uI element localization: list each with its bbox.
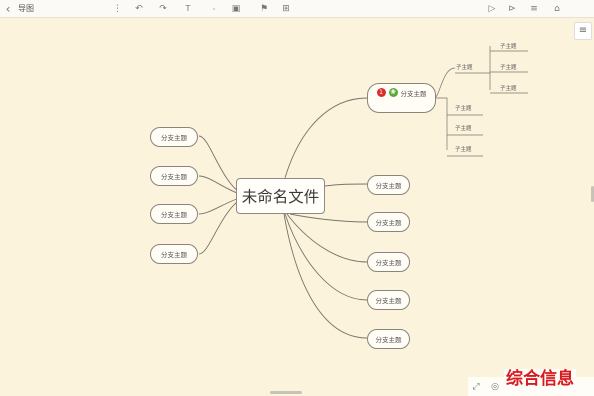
tag-icon[interactable]: ⚑ xyxy=(259,2,269,16)
undo-icon[interactable]: ↶ xyxy=(134,2,144,16)
connector-right-3 xyxy=(286,213,368,263)
text-icon[interactable]: T xyxy=(183,2,193,16)
connector-sub-a xyxy=(433,67,456,99)
connector-right-5 xyxy=(283,213,368,339)
branch-label: 分支主题 xyxy=(400,90,427,98)
subtopic[interactable]: 子主题 xyxy=(455,145,472,153)
branch-label: 分支主题 xyxy=(375,182,402,190)
priority-marker-icon: 1 xyxy=(376,88,386,97)
branch-topic[interactable]: 分支主题 xyxy=(367,329,410,349)
mindmap-canvas[interactable]: 未命名文件 分支主题 分支主题 分支主题 分支主题 1 ❀ 分支主题 分支主题 … xyxy=(0,18,594,396)
more-icon[interactable]: ⋮ xyxy=(113,2,122,16)
top-toolbar: ‹ 导图 ⋮ ↶ ↷ T ⸳ ▣ ⚑ ⊞ ▷ ⊳ ≡ ⌂ xyxy=(0,0,594,18)
branch-label: 分支主题 xyxy=(375,297,402,305)
document-title: 导图 xyxy=(18,4,34,13)
branch-topic[interactable]: 分支主题 xyxy=(367,252,410,272)
featured-branch-topic[interactable]: 1 ❀ 分支主题 xyxy=(367,83,436,113)
side-panel-icon[interactable]: ≡ xyxy=(574,22,592,40)
watermark-text: 综合信息 xyxy=(504,369,576,390)
subtopic[interactable]: 子主题 xyxy=(500,42,517,50)
branch-topic[interactable]: 分支主题 xyxy=(367,212,410,232)
branch-topic[interactable]: 分支主题 xyxy=(367,290,410,310)
connector-right-1 xyxy=(324,183,368,187)
connector-sub2-stem xyxy=(483,72,491,90)
present-icon[interactable]: ⊳ xyxy=(507,2,517,16)
branch-label: 分支主题 xyxy=(161,134,187,142)
branch-label: 分支主题 xyxy=(161,173,187,181)
branch-topic[interactable]: 分支主题 xyxy=(367,175,410,195)
central-topic-label: 未命名文件 xyxy=(241,188,320,206)
table-icon[interactable]: ⊞ xyxy=(281,2,291,16)
branch-label: 分支主题 xyxy=(161,251,187,259)
redo-icon[interactable]: ↷ xyxy=(158,2,168,16)
subtopic[interactable]: 子主题 xyxy=(500,63,517,71)
connector-right-2 xyxy=(289,213,368,223)
branch-label: 分支主题 xyxy=(375,259,402,267)
branch-topic[interactable]: 分支主题 xyxy=(150,204,198,224)
mindmap-app: ‹ 导图 ⋮ ↶ ↷ T ⸳ ▣ ⚑ ⊞ ▷ ⊳ ≡ ⌂ 未命名文件 分支主题 … xyxy=(0,0,594,396)
central-topic[interactable]: 未命名文件 xyxy=(236,178,325,214)
pin-icon[interactable]: ⸳ xyxy=(209,2,219,16)
connector-right-featured xyxy=(284,97,368,179)
connector-sub-b xyxy=(434,97,448,150)
branch-label: 分支主题 xyxy=(375,219,402,227)
lock-icon[interactable]: ⌂ xyxy=(552,2,562,16)
leaf-marker-icon: ❀ xyxy=(388,88,398,97)
play-icon[interactable]: ▷ xyxy=(487,2,497,16)
zoom-icon[interactable]: ◎ xyxy=(490,380,500,394)
subtopic[interactable]: 子主题 xyxy=(456,63,473,71)
fit-icon[interactable]: ⤢ xyxy=(471,380,481,394)
image-icon[interactable]: ▣ xyxy=(231,2,241,16)
outline-icon[interactable]: ≡ xyxy=(529,2,539,16)
branch-topic[interactable]: 分支主题 xyxy=(150,166,198,186)
horizontal-scrollbar[interactable] xyxy=(270,391,302,394)
back-icon[interactable]: ‹ xyxy=(3,2,13,16)
branch-topic[interactable]: 分支主题 xyxy=(150,244,198,264)
subtopic[interactable]: 子主题 xyxy=(500,84,517,92)
user-name[interactable] xyxy=(570,2,588,16)
subtopic[interactable]: 子主题 xyxy=(455,104,472,112)
branch-topic[interactable]: 分支主题 xyxy=(150,127,198,147)
branch-label: 分支主题 xyxy=(375,336,402,344)
subtopic[interactable]: 子主题 xyxy=(455,124,472,132)
branch-label: 分支主题 xyxy=(161,211,187,219)
